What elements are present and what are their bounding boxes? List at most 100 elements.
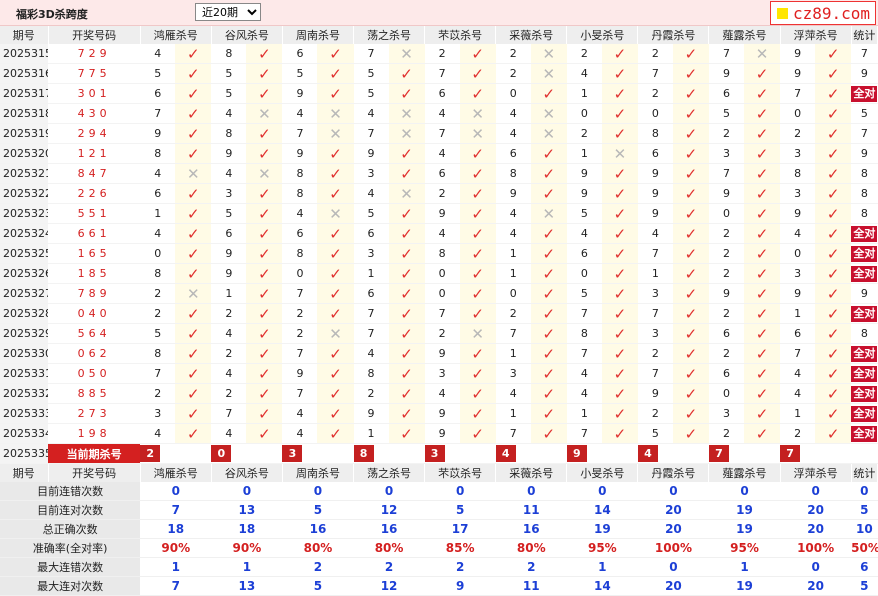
result-mark: ✓	[175, 183, 212, 204]
kill-number: 3	[637, 283, 673, 304]
table-row: 2025319 294 9 ✓ 8 ✓ 7 ✕ 7 ✕ 7 ✕ 4 ✕ 2 ✓ 8 ✓ 2 ✓ 2 ✓ 7	[0, 123, 878, 144]
column-header[interactable]: 浮萍杀号	[780, 26, 852, 44]
table-row: 2025321 847 4 ✕ 4 ✕ 8 ✓ 3 ✓ 6 ✓ 8 ✓ 9 ✓ 9 ✓ 7 ✓ 8 ✓ 8	[0, 163, 878, 184]
kill-number: 9	[708, 63, 745, 84]
kill-number: 5	[353, 63, 389, 84]
result-mark: ✓	[601, 283, 638, 304]
column-header[interactable]: 薤露杀号	[708, 26, 781, 44]
check-icon: ✓	[613, 404, 627, 423]
result-mark: ✓	[815, 243, 852, 264]
check-icon: ✓	[684, 184, 698, 203]
kill-number: 8	[353, 363, 389, 384]
kill-number: 9	[424, 403, 460, 424]
kill-number: 0	[495, 83, 531, 104]
column-header[interactable]: 芣苡杀号	[424, 26, 497, 44]
result-mark: ✓	[744, 203, 781, 224]
result-mark: ✓	[601, 363, 638, 384]
column-header[interactable]: 采薇杀号	[495, 26, 568, 44]
summary-value: 5	[282, 500, 354, 520]
current-kill-number: 4	[637, 445, 658, 462]
result-mark: ✓	[672, 143, 709, 164]
column-header[interactable]: 小旻杀号	[566, 26, 639, 44]
result-mark: ✓	[601, 44, 638, 64]
kill-number: 4	[424, 143, 460, 164]
kill-number: 3	[353, 163, 389, 184]
current-kill-cell: 3	[282, 443, 318, 464]
result-mark: ✓	[530, 363, 567, 384]
kill-number: 6	[708, 83, 745, 104]
kill-number: 2	[708, 343, 745, 364]
kill-number: 3	[495, 363, 531, 384]
result-mark: ✓	[744, 123, 781, 144]
check-icon: ✓	[400, 424, 413, 443]
check-icon: ✓	[684, 124, 698, 143]
check-icon: ✓	[613, 104, 627, 123]
kill-number: 1	[353, 423, 389, 444]
kill-number: 4	[282, 103, 318, 124]
check-icon: ✓	[471, 364, 484, 383]
check-icon: ✓	[542, 424, 556, 443]
current-kill-cell: 4	[495, 443, 531, 464]
spacer-cell	[317, 443, 354, 464]
result-mark: ✓	[815, 323, 852, 344]
kill-number: 5	[637, 423, 673, 444]
result-mark: ✓	[175, 343, 212, 364]
result-mark: ✓	[672, 323, 709, 344]
result-mark: ✓	[459, 223, 496, 244]
check-icon: ✓	[187, 404, 200, 423]
column-header[interactable]: 周南杀号	[282, 26, 355, 44]
current-kill-number: 7	[708, 445, 729, 462]
all-correct-badge: 全对	[851, 85, 878, 102]
table-row: 2025326 185 8 ✓ 9 ✓ 0 ✓ 1 ✓ 0 ✓ 1 ✓ 0 ✓ 1 ✓ 2 ✓ 3 ✓ 全对	[0, 263, 878, 284]
issue-number: 2025320	[0, 143, 49, 164]
kill-number: 2	[353, 383, 389, 404]
issue-number: 2025334	[0, 423, 49, 444]
result-mark: ✓	[317, 63, 354, 84]
result-mark: ✓	[459, 303, 496, 324]
period-select[interactable]: 近20期	[195, 3, 261, 21]
column-header[interactable]: 统计	[851, 26, 878, 44]
check-icon: ✓	[826, 104, 840, 123]
issue-number: 2025331	[0, 363, 49, 384]
cross-icon: ✕	[400, 124, 413, 143]
column-header[interactable]: 荡之杀号	[353, 26, 426, 44]
check-icon: ✓	[258, 124, 271, 143]
result-mark: ✕	[317, 123, 354, 144]
column-header[interactable]: 谷风杀号	[211, 26, 283, 44]
check-icon: ✓	[471, 264, 484, 283]
spacer-cell	[459, 443, 496, 464]
stat-cell: 9	[851, 283, 878, 304]
result-mark: ✓	[601, 403, 638, 424]
check-icon: ✓	[329, 344, 342, 363]
check-icon: ✓	[329, 84, 342, 103]
column-header[interactable]: 开奖号码	[48, 26, 141, 44]
check-icon: ✓	[684, 64, 698, 83]
current-kill-number: 7	[780, 445, 801, 462]
cross-icon: ✕	[755, 44, 769, 63]
result-mark: ✓	[175, 123, 212, 144]
summary-column-header: 鸿雁杀号	[140, 463, 212, 482]
check-icon: ✓	[258, 204, 271, 223]
check-icon: ✓	[755, 224, 769, 243]
check-icon: ✓	[400, 284, 413, 303]
summary-value: 20	[780, 500, 852, 520]
site-logo[interactable]: cz89.com	[770, 1, 876, 25]
kill-number: 2	[708, 423, 745, 444]
summary-column-header: 薤露杀号	[708, 463, 781, 482]
check-icon: ✓	[471, 44, 484, 63]
check-icon: ✓	[329, 384, 342, 403]
cross-icon: ✕	[542, 104, 556, 123]
kill-number: 0	[780, 243, 816, 264]
column-header[interactable]: 鸿雁杀号	[140, 26, 212, 44]
column-header[interactable]: 丹霞杀号	[637, 26, 710, 44]
current-kill-cell: 3	[424, 443, 460, 464]
check-icon: ✓	[684, 264, 698, 283]
result-mark: ✓	[744, 243, 781, 264]
kill-number: 4	[780, 223, 816, 244]
summary-value: 5	[851, 576, 878, 596]
kill-number: 7	[282, 123, 318, 144]
current-kill-cell: 0	[211, 443, 247, 464]
summary-value: 80%	[495, 538, 567, 558]
kill-number: 0	[424, 263, 460, 284]
column-header[interactable]: 期号	[0, 26, 49, 44]
